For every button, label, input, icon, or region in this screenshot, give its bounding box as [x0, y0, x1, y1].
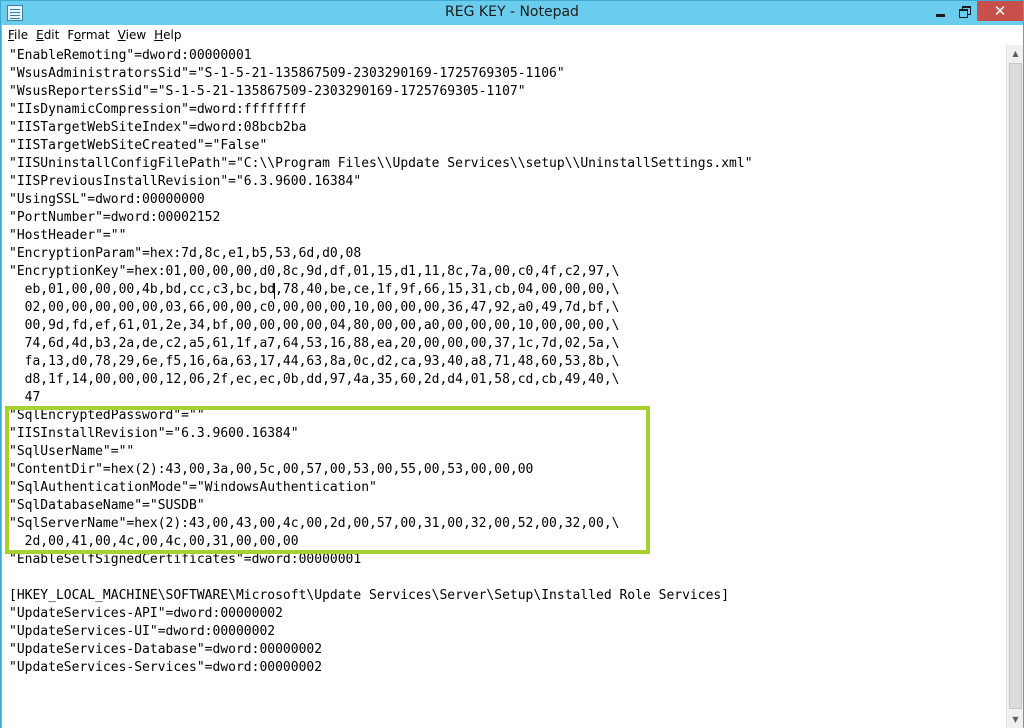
- editor-line[interactable]: eb,01,00,00,00,4b,bd,cc,c3,bc,bd,78,40,b…: [9, 281, 753, 299]
- editor-line[interactable]: d8,1f,14,00,00,00,12,06,2f,ec,ec,0b,dd,9…: [9, 371, 753, 389]
- menu-file[interactable]: File: [6, 25, 34, 45]
- scroll-down-icon[interactable]: ▼: [1007, 711, 1024, 728]
- editor-line[interactable]: "EncryptionKey"=hex:01,00,00,00,d0,8c,9d…: [9, 263, 753, 281]
- editor-line[interactable]: 47: [9, 389, 753, 407]
- close-icon: ✕: [993, 2, 1007, 20]
- window-title: REG KEY - Notepad: [445, 4, 579, 20]
- editor-line[interactable]: "IISUninstallConfigFilePath"="C:\\Progra…: [9, 155, 753, 173]
- editor-line[interactable]: [9, 569, 753, 587]
- editor-line[interactable]: "WsusAdministratorsSid"="S-1-5-21-135867…: [9, 65, 753, 83]
- editor-line[interactable]: "UpdateServices-Services"=dword:00000002: [9, 659, 753, 677]
- vertical-scrollbar[interactable]: ▲ ▼: [1006, 45, 1023, 728]
- editor-line[interactable]: "PortNumber"=dword:00002152: [9, 209, 753, 227]
- editor-line[interactable]: "EncryptionParam"=hex:7d,8c,e1,b5,53,6d,…: [9, 245, 753, 263]
- minimize-button[interactable]: [927, 1, 953, 21]
- editor-line[interactable]: "IISPreviousInstallRevision"="6.3.9600.1…: [9, 173, 753, 191]
- restore-icon: [958, 6, 971, 18]
- minimize-icon: [935, 13, 945, 17]
- text-editor[interactable]: "EnableRemoting"=dword:00000001 "WsusAdmi…: [2, 45, 1006, 728]
- editor-line[interactable]: 00,9d,fd,ef,61,01,2e,34,bf,00,00,00,00,0…: [9, 317, 753, 335]
- menu-help[interactable]: Help: [152, 25, 187, 45]
- editor-line[interactable]: 74,6d,4d,b3,2a,de,c2,a5,61,1f,a7,64,53,1…: [9, 335, 753, 353]
- editor-line[interactable]: "WsusReportersSid"="S-1-5-21-135867509-2…: [9, 83, 753, 101]
- editor-line[interactable]: "IIsDynamicCompression"=dword:ffffffff: [9, 101, 753, 119]
- editor-line[interactable]: "UpdateServices-Database"=dword:00000002: [9, 641, 753, 659]
- editor-line[interactable]: 02,00,00,00,00,00,03,66,00,00,c0,00,00,0…: [9, 299, 753, 317]
- editor-line[interactable]: "IISTargetWebSiteIndex"=dword:08bcb2ba: [9, 119, 753, 137]
- editor-line[interactable]: "EnableRemoting"=dword:00000001: [9, 47, 753, 65]
- editor-line[interactable]: "UpdateServices-API"=dword:00000002: [9, 605, 753, 623]
- close-button[interactable]: ✕: [977, 1, 1023, 21]
- editor-line[interactable]: "IISTargetWebSiteCreated"="False": [9, 137, 753, 155]
- scroll-up-icon[interactable]: ▲: [1007, 45, 1024, 62]
- editor-text[interactable]: "EnableRemoting"=dword:00000001 "WsusAdmi…: [9, 47, 753, 677]
- menu-view[interactable]: View: [116, 25, 152, 45]
- notepad-window: REG KEY - Notepad ✕ File Edit Format Vie…: [0, 0, 1024, 728]
- editor-line[interactable]: [HKEY_LOCAL_MACHINE\SOFTWARE\Microsoft\U…: [9, 587, 753, 605]
- text-caret: [274, 283, 275, 299]
- restore-button[interactable]: [951, 1, 977, 21]
- editor-line[interactable]: "HostHeader"="": [9, 227, 753, 245]
- highlight-box: [5, 406, 650, 554]
- editor-line[interactable]: "UpdateServices-UI"=dword:00000002: [9, 623, 753, 641]
- menu-edit[interactable]: Edit: [34, 25, 65, 45]
- menu-format[interactable]: Format: [65, 25, 115, 45]
- editor-line[interactable]: "UsingSSL"=dword:00000000: [9, 191, 753, 209]
- menu-bar: File Edit Format View Help: [2, 25, 1023, 45]
- title-bar[interactable]: REG KEY - Notepad ✕: [1, 1, 1023, 25]
- scroll-thumb[interactable]: [1009, 63, 1022, 709]
- editor-line[interactable]: fa,13,d0,78,29,6e,f5,16,6a,63,17,44,63,8…: [9, 353, 753, 371]
